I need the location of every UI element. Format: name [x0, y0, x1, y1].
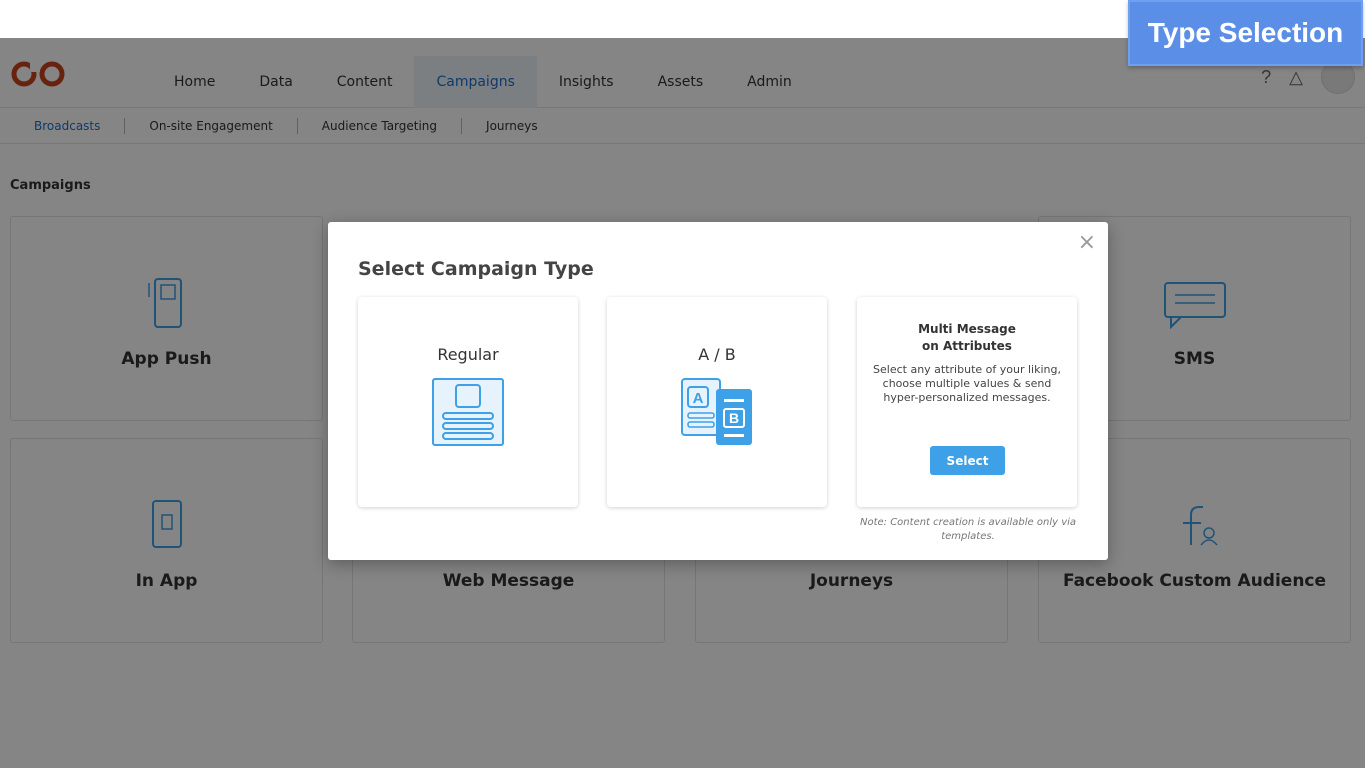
modal-title: Select Campaign Type — [358, 258, 594, 280]
letter-b: B — [729, 410, 739, 426]
card-multi-message[interactable]: Multi Message on Attributes Select any a… — [857, 297, 1077, 507]
card-title-line1: Multi Message — [918, 322, 1016, 336]
close-icon[interactable]: × — [1078, 230, 1096, 255]
type-selection-label: Type Selection — [1128, 0, 1363, 66]
card-title: A / B — [698, 345, 736, 364]
content-note: Note: Content creation is available only… — [859, 517, 1077, 542]
card-title: Multi Message on Attributes — [857, 321, 1077, 355]
card-regular[interactable]: Regular — [358, 297, 578, 507]
ab-test-icon: A B — [681, 378, 752, 445]
select-button[interactable]: Select — [930, 446, 1005, 475]
card-title-line2: on Attributes — [922, 339, 1012, 353]
select-campaign-type-modal: × Select Campaign Type Regular A / B A B — [328, 222, 1108, 560]
letter-a: A — [693, 390, 704, 407]
card-ab[interactable]: A / B A B — [607, 297, 827, 507]
card-title: Regular — [437, 345, 499, 364]
regular-campaign-icon — [432, 378, 504, 446]
card-description: Select any attribute of your liking, cho… — [873, 363, 1061, 404]
